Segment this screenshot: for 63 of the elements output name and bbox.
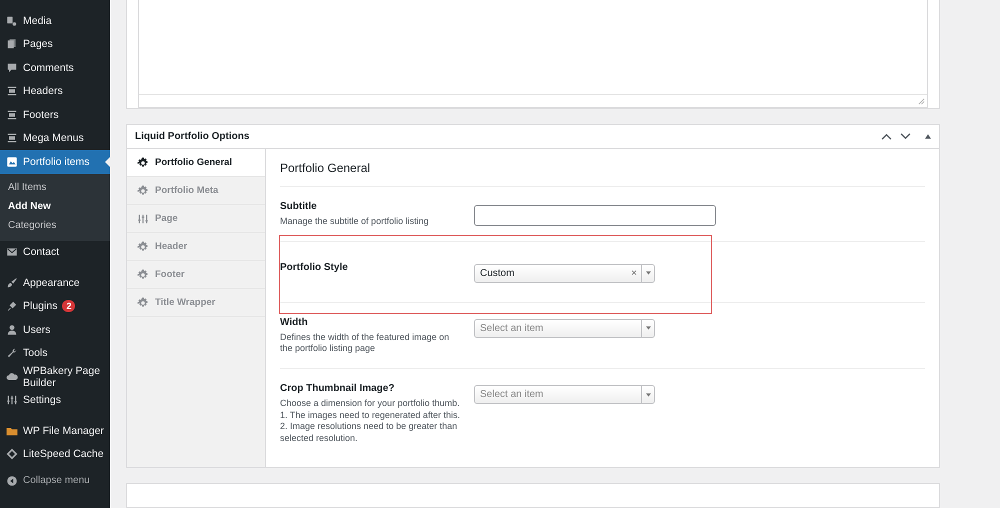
user-icon <box>6 324 18 336</box>
subtitle-input[interactable] <box>474 205 716 226</box>
speech-bubble-icon <box>6 62 18 74</box>
menu-item[interactable]: Tools <box>0 342 110 365</box>
caret-icon <box>646 392 650 397</box>
menu-item[interactable]: LiteSpeed Cache <box>0 442 110 466</box>
menu-item[interactable]: Appearance <box>0 271 110 294</box>
menu-item[interactable]: Headers <box>0 80 110 103</box>
portfolio-icon <box>6 156 18 168</box>
field-label: Portfolio Style <box>280 262 349 273</box>
caret-icon <box>646 326 650 330</box>
panel-title: Liquid Portfolio Options <box>135 131 250 142</box>
brush-icon <box>6 276 18 289</box>
gear-icon <box>137 268 149 280</box>
gear-icon <box>137 156 149 168</box>
media-icon <box>6 14 18 27</box>
resize-grip-icon[interactable] <box>918 98 925 104</box>
menu-item[interactable]: Portfolio items <box>0 150 110 174</box>
submenu-item[interactable]: Add New <box>0 196 110 216</box>
pages-icon <box>6 38 18 50</box>
field-label: Subtitle <box>280 201 318 212</box>
menu-item[interactable]: Footers <box>0 103 110 126</box>
menu-item[interactable]: Mega Menus <box>0 126 110 150</box>
sliders-icon <box>6 394 18 406</box>
section-title: Portfolio General <box>280 149 925 187</box>
menu-item[interactable]: Settings <box>0 388 110 412</box>
menu-item[interactable]: WP File Manager <box>0 419 110 442</box>
layout-icon <box>6 132 18 144</box>
field-label: Crop Thumbnail Image? <box>280 383 396 394</box>
options-tab[interactable]: Portfolio General <box>127 149 265 177</box>
gear-icon <box>137 184 149 196</box>
collapse-toggle-icon[interactable] <box>925 134 931 139</box>
field-description: Manage the subtitle of portfolio listing <box>280 216 430 228</box>
field-description: Choose a dimension for your portfolio thumb. 1. The images need to regenerated after this. 2. Image resolutions need to be greater than selected resolution. <box>280 398 460 445</box>
menu-item[interactable]: Pages <box>0 32 110 56</box>
wrench-icon <box>6 347 18 360</box>
gear-icon <box>137 296 149 308</box>
plug-icon <box>6 300 18 312</box>
submenu-item[interactable]: Categories <box>0 216 110 234</box>
caret-icon <box>646 271 650 276</box>
cloud-icon <box>6 370 18 383</box>
update-count-badge: 2 <box>62 300 76 312</box>
layout-icon <box>6 108 18 121</box>
menu-item[interactable]: Users <box>0 318 110 342</box>
menu-item[interactable]: Comments <box>0 56 110 80</box>
chevron-up-icon[interactable] <box>881 133 892 140</box>
layout-icon <box>6 85 18 98</box>
menu-item[interactable]: Contact <box>0 240 110 264</box>
chevron-down-icon[interactable] <box>900 133 911 140</box>
submenu-item[interactable]: All Items <box>0 178 110 196</box>
clear-button[interactable]: × <box>631 268 637 279</box>
menu-item[interactable]: Media <box>0 9 110 32</box>
envelope-icon <box>6 246 18 258</box>
field-description: Defines the width of the featured image on the portfolio listing page <box>280 332 450 356</box>
collapse-icon <box>6 474 18 487</box>
diamond-icon <box>6 448 18 460</box>
sliders-icon <box>137 212 149 224</box>
menu-item[interactable]: Plugins 2 <box>0 294 110 318</box>
collapse-menu-button[interactable]: Collapse menu <box>0 469 110 492</box>
menu-item[interactable]: WPBakery Page Builder <box>0 365 110 388</box>
gear-icon <box>137 240 149 252</box>
select-dropdown[interactable]: Custom × <box>474 264 655 283</box>
field-label: Width <box>280 316 309 328</box>
